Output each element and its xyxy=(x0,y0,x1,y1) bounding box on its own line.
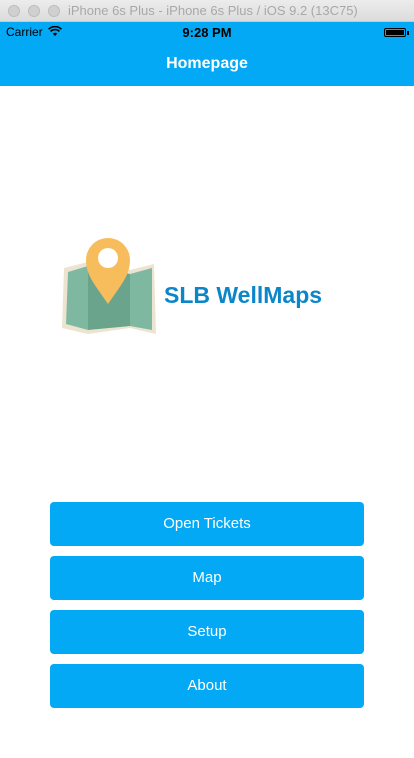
window-title: iPhone 6s Plus - iPhone 6s Plus / iOS 9.… xyxy=(68,3,358,18)
navigation-bar: Homepage xyxy=(0,42,414,86)
minimize-window-button[interactable] xyxy=(28,5,40,17)
simulator-window: iPhone 6s Plus - iPhone 6s Plus / iOS 9.… xyxy=(0,0,414,758)
about-button[interactable]: About xyxy=(50,664,364,708)
setup-button[interactable]: Setup xyxy=(50,610,364,654)
status-bar: Carrier 9:28 PM xyxy=(0,22,414,42)
open-tickets-button[interactable]: Open Tickets xyxy=(50,502,364,546)
status-time: 9:28 PM xyxy=(182,25,232,40)
close-window-button[interactable] xyxy=(8,5,20,17)
map-button[interactable]: Map xyxy=(50,556,364,600)
app-logo: SLB WellMaps xyxy=(58,236,358,340)
zoom-window-button[interactable] xyxy=(48,5,60,17)
app-name: SLB WellMaps xyxy=(164,282,323,308)
window-titlebar: iPhone 6s Plus - iPhone 6s Plus / iOS 9.… xyxy=(0,0,414,22)
map-pin-icon xyxy=(62,238,156,334)
battery-icon xyxy=(384,28,406,37)
page-title: Homepage xyxy=(166,55,248,72)
